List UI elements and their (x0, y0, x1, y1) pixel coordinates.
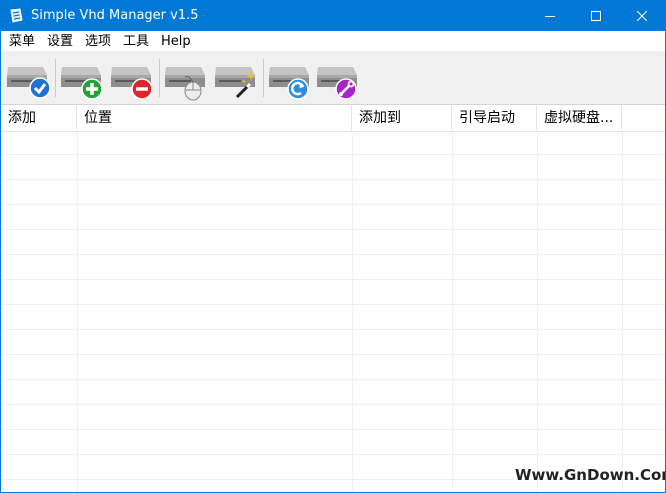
app-icon (10, 8, 23, 23)
grid-row-line (1, 204, 665, 205)
grid-column-line (352, 132, 353, 492)
grid-column-line (537, 132, 538, 492)
grid-row-line (1, 329, 665, 330)
drive-wand-icon (215, 67, 256, 99)
grid-row-line (1, 154, 665, 155)
list-header: 添加 位置 添加到 引导启动 虚拟硬盘... (1, 106, 665, 132)
title-bar[interactable]: Simple Vhd Manager v1.5 (1, 1, 665, 31)
grid-row-line (1, 379, 665, 380)
column-header-virtual-disk[interactable]: 虚拟硬盘... (537, 106, 622, 132)
close-button[interactable] (619, 1, 665, 31)
watermark-text: Www.GnDown.Com (515, 466, 666, 484)
list-body (1, 132, 665, 492)
maximize-button[interactable] (573, 1, 619, 31)
remove-vhd-button[interactable] (109, 57, 155, 101)
toolbar-separator (55, 59, 56, 97)
maximize-icon (591, 11, 601, 21)
grid-column-line (622, 132, 623, 492)
grid-column-line (77, 132, 78, 492)
grid-row-line (1, 354, 665, 355)
grid-row-line (1, 254, 665, 255)
window-title: Simple Vhd Manager v1.5 (31, 8, 199, 23)
drive-check-icon (7, 67, 51, 99)
drive-remove-icon (111, 67, 153, 100)
grid-row-line (1, 304, 665, 305)
vhd-list[interactable]: 添加 位置 添加到 引导启动 虚拟硬盘... (1, 106, 665, 492)
app-window: Simple Vhd Manager v1.5 菜单 设置 选项 工具 Help (0, 0, 666, 493)
grid-row-line (1, 229, 665, 230)
close-icon (637, 11, 647, 21)
drive-refresh-icon (269, 67, 309, 100)
grid-row-line (1, 454, 665, 455)
grid-column-line (452, 132, 453, 492)
menu-item-help[interactable]: Help (161, 33, 191, 50)
select-vhd-button[interactable] (163, 57, 209, 101)
vhd-tools-button[interactable] (315, 57, 361, 101)
grid-row-line (1, 179, 665, 180)
toolbar-separator (159, 59, 160, 97)
create-vhd-wizard-button[interactable] (213, 57, 259, 101)
toolbar (1, 51, 665, 105)
menu-bar: 菜单 设置 选项 工具 Help (1, 31, 665, 51)
column-header-added[interactable]: 添加 (1, 106, 77, 132)
add-vhd-button[interactable] (59, 57, 105, 101)
menu-item-menu[interactable]: 菜单 (9, 33, 35, 50)
minimize-button[interactable] (527, 1, 573, 31)
menu-item-options[interactable]: 选项 (85, 33, 111, 50)
menu-item-settings[interactable]: 设置 (47, 33, 73, 50)
grid-row-line (1, 429, 665, 430)
grid-row-line (1, 279, 665, 280)
column-header-location[interactable]: 位置 (77, 106, 352, 132)
column-header-boot[interactable]: 引导启动 (452, 106, 537, 132)
toolbar-separator (263, 59, 264, 97)
minimize-icon (545, 16, 555, 17)
drive-mouse-icon (165, 67, 205, 101)
refresh-button[interactable] (267, 57, 313, 101)
attach-vhd-button[interactable] (5, 57, 51, 101)
menu-item-tools[interactable]: 工具 (123, 33, 149, 50)
grid-row-line (1, 404, 665, 405)
drive-add-icon (61, 67, 103, 100)
drive-tools-icon (317, 67, 357, 100)
column-header-attached-to[interactable]: 添加到 (352, 106, 452, 132)
